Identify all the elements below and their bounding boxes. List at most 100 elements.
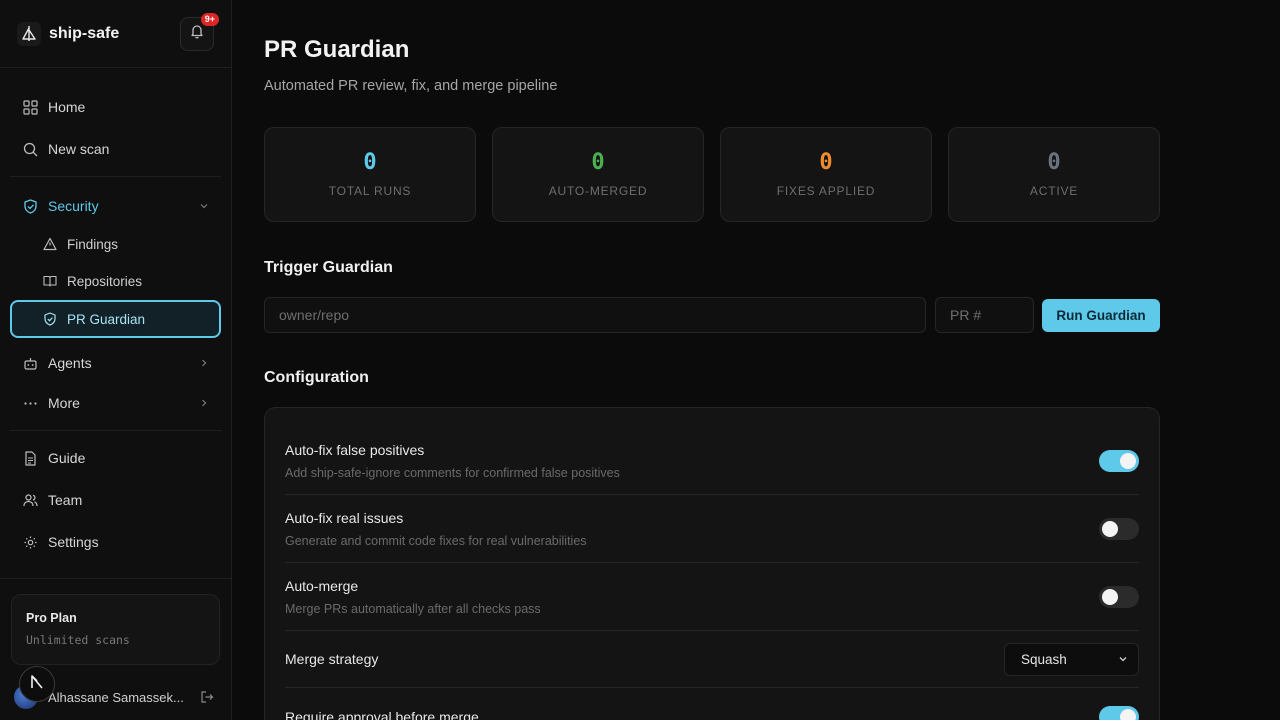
config-label: Auto-fix false positives — [285, 441, 425, 458]
sidebar-item-more[interactable]: More — [10, 384, 221, 422]
notifications-button[interactable]: 9+ — [180, 12, 219, 51]
sidebar-item-label: Agents — [48, 355, 92, 371]
config-row-auto-fix-real-issues: Auto-fix real issues Generate and commit… — [285, 495, 1139, 563]
sidebar-item-pr-guardian[interactable]: PR Guardian — [10, 300, 221, 338]
page-title: PR Guardian — [264, 36, 410, 63]
config-description: Merge PRs automatically after all checks… — [285, 601, 541, 616]
config-label: Merge strategy — [285, 651, 379, 667]
toggle-knob — [1102, 520, 1118, 537]
sidebar-item-guide[interactable]: Guide — [10, 439, 221, 477]
configuration-section-title: Configuration — [264, 369, 369, 386]
cursor-arrow-icon — [28, 673, 46, 696]
bot-icon — [22, 355, 38, 371]
sidebar-item-label: Security — [48, 198, 99, 214]
sidebar-item-label: Findings — [67, 236, 119, 252]
stat-label: AUTO-MERGED — [548, 184, 648, 198]
ellipsis-icon — [22, 395, 38, 411]
gear-icon — [22, 534, 38, 550]
divider — [0, 578, 231, 579]
sidebar-item-repositories[interactable]: Repositories — [10, 263, 221, 299]
config-row-auto-merge: Auto-merge Merge PRs automatically after… — [285, 563, 1139, 631]
stat-value: 0 — [1047, 150, 1061, 175]
divider — [10, 176, 221, 177]
sidebar-item-label: More — [48, 395, 80, 411]
auto-fix-real-issues-toggle[interactable] — [1099, 517, 1139, 540]
grid-icon — [22, 99, 38, 115]
brand-header: ship-safe 9+ — [0, 0, 231, 68]
config-label: Auto-merge — [285, 577, 359, 594]
shield-check-icon — [42, 312, 57, 327]
document-icon — [22, 450, 38, 466]
bell-icon — [189, 23, 205, 44]
sidebar-item-label: Team — [48, 492, 83, 508]
sidebar-item-agents[interactable]: Agents — [10, 344, 221, 382]
select-value: Squash — [1021, 651, 1067, 667]
stat-label: ACTIVE — [1029, 184, 1079, 198]
stat-value: 0 — [819, 150, 833, 175]
require-approval-toggle[interactable] — [1099, 705, 1139, 720]
chevron-down-icon[interactable] — [199, 201, 209, 211]
search-icon — [22, 141, 38, 157]
auto-merge-toggle[interactable] — [1099, 585, 1139, 608]
ship-safe-logo-icon[interactable] — [17, 21, 41, 46]
user-name: Alhassane Samassek... — [48, 689, 184, 705]
sidebar-item-findings[interactable]: Findings — [10, 226, 221, 262]
sidebar-item-new-scan[interactable]: New scan — [10, 130, 221, 168]
trigger-section-title: Trigger Guardian — [264, 259, 393, 276]
sidebar-item-team[interactable]: Team — [10, 481, 221, 519]
pr-number-input[interactable] — [935, 297, 1034, 333]
users-icon — [22, 492, 38, 508]
run-guardian-button[interactable]: Run Guardian — [1042, 298, 1160, 332]
config-row-merge-strategy: Merge strategy Squash — [285, 631, 1139, 688]
stat-card-fixes-applied: 0 FIXES APPLIED — [720, 127, 932, 222]
book-icon — [42, 274, 57, 289]
chevron-down-icon — [1118, 654, 1128, 664]
sidebar-item-label: PR Guardian — [67, 311, 146, 327]
main-content: PR Guardian Automated PR review, fix, an… — [232, 0, 1280, 720]
chevron-right-icon[interactable] — [199, 398, 209, 408]
sidebar-nav: Home New scan Security Findings Reposito… — [0, 68, 231, 561]
config-description: Generate and commit code fixes for real … — [285, 533, 587, 548]
config-description: Add ship-safe-ignore comments for confir… — [285, 465, 620, 480]
plan-card[interactable]: Pro Plan Unlimited scans — [11, 594, 220, 665]
stat-card-auto-merged: 0 AUTO-MERGED — [492, 127, 704, 222]
app: ship-safe 9+ Home New scan Security Find… — [0, 0, 1280, 720]
divider — [10, 430, 221, 431]
stat-value: 0 — [363, 150, 377, 175]
brand-name[interactable]: ship-safe — [49, 25, 119, 43]
sidebar: ship-safe 9+ Home New scan Security Find… — [0, 0, 232, 720]
sidebar-item-home[interactable]: Home — [10, 88, 221, 126]
sidebar-item-label: Guide — [48, 450, 86, 466]
sidebar-item-label: Repositories — [67, 273, 143, 289]
toggle-knob — [1120, 708, 1136, 720]
logout-icon[interactable] — [200, 690, 214, 704]
stat-label: TOTAL RUNS — [328, 184, 412, 198]
config-row-require-approval: Require approval before merge — [285, 688, 1139, 720]
config-label: Auto-fix real issues — [285, 509, 404, 526]
assistant-launcher-button[interactable] — [19, 666, 55, 702]
plan-subtitle: Unlimited scans — [26, 633, 130, 647]
sidebar-item-label: Settings — [48, 534, 99, 550]
sidebar-item-security[interactable]: Security — [10, 187, 221, 225]
toggle-knob — [1102, 588, 1118, 605]
sidebar-item-label: Home — [48, 99, 86, 115]
sidebar-item-label: New scan — [48, 141, 110, 157]
toggle-knob — [1120, 452, 1136, 469]
auto-fix-false-positives-toggle[interactable] — [1099, 449, 1139, 472]
notification-badge: 9+ — [200, 12, 219, 26]
repo-input[interactable] — [264, 297, 926, 333]
chevron-right-icon[interactable] — [199, 358, 209, 368]
configuration-card: Auto-fix false positives Add ship-safe-i… — [264, 407, 1160, 720]
stats-row: 0 TOTAL RUNS 0 AUTO-MERGED 0 FIXES APPLI… — [264, 127, 1160, 222]
sidebar-item-settings[interactable]: Settings — [10, 523, 221, 561]
stat-value: 0 — [591, 150, 605, 175]
merge-strategy-select[interactable]: Squash — [1004, 642, 1139, 676]
stat-card-total-runs: 0 TOTAL RUNS — [264, 127, 476, 222]
shield-icon — [22, 198, 38, 214]
stat-card-active: 0 ACTIVE — [948, 127, 1160, 222]
warning-triangle-icon — [42, 237, 57, 252]
config-label: Require approval before merge — [285, 708, 479, 720]
trigger-form: Run Guardian — [264, 297, 1160, 333]
plan-title: Pro Plan — [26, 611, 77, 625]
config-row-auto-fix-false-positives: Auto-fix false positives Add ship-safe-i… — [285, 427, 1139, 495]
